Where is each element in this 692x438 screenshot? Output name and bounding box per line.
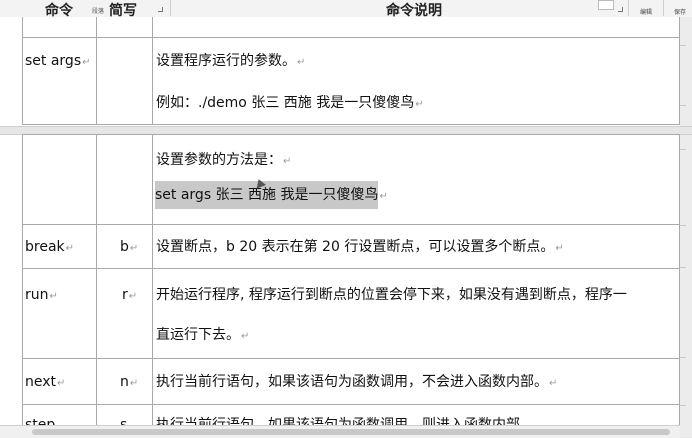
paragraph-mark-icon: ↵	[128, 291, 138, 302]
scrollbar-thumb[interactable]	[32, 429, 670, 435]
table-row: next↵	[25, 373, 65, 393]
ribbon-separator	[628, 0, 629, 16]
paragraph-mark-icon: ↵	[283, 156, 292, 167]
paragraph-mark-icon: ↵	[549, 378, 558, 389]
command-cell: run	[25, 287, 49, 303]
text-selection[interactable]: set args 张三 西施 我是一只傻傻鸟	[155, 181, 379, 209]
table-border	[152, 17, 153, 125]
table-row: set args↵	[25, 52, 91, 72]
ribbon-bar: 段落 样式 编辑 保存	[0, 0, 692, 18]
right-margin	[680, 17, 692, 437]
table-border	[152, 134, 153, 425]
paragraph-dialog-launcher-icon[interactable]	[158, 7, 163, 12]
description-line: 开始运行程序, 程序运行到断点的位置会停下来，如果没有遇到断点，程序一	[156, 287, 627, 303]
horizontal-scrollbar[interactable]	[0, 425, 680, 438]
table-border	[96, 17, 97, 125]
command-cell: break	[25, 239, 65, 255]
table-border	[96, 134, 97, 425]
table-row: run↵	[25, 286, 58, 306]
short-cell: b↵	[120, 239, 139, 255]
ribbon-paragraph-label: 段落	[92, 8, 105, 15]
description-line: 设置程序运行的参数。↵	[156, 53, 306, 69]
table-border	[22, 17, 23, 125]
table-border	[22, 134, 680, 135]
table-border	[22, 404, 680, 405]
edit-group-label[interactable]: 编辑	[640, 7, 652, 16]
header-command: 命令	[45, 3, 73, 19]
paragraph-mark-icon: ↵	[65, 243, 75, 254]
header-short: 简写	[109, 3, 137, 19]
description-line: 直运行下去。↵	[156, 327, 250, 343]
paragraph-mark-icon: ↵	[129, 243, 139, 254]
table-border	[22, 224, 680, 225]
command-cell: set args	[25, 53, 82, 69]
table-border	[22, 124, 680, 125]
table-border	[679, 17, 680, 125]
ribbon-separator	[663, 0, 664, 16]
table-border	[22, 37, 680, 38]
ribbon-separator	[170, 0, 171, 16]
description-line: 设置参数的方法是：↵	[156, 152, 292, 168]
paragraph-mark-icon: ↵	[129, 378, 139, 389]
styles-dialog-launcher-icon[interactable]	[618, 7, 623, 12]
command-cell: next	[25, 374, 57, 390]
paragraph-mark-icon: ↵	[82, 57, 91, 68]
styles-gallery-more-icon[interactable]	[598, 0, 614, 10]
paragraph-mark-icon: ↵	[555, 243, 564, 254]
description-line: 执行当前行语句，如果该语句为函数调用，不会进入函数内部。↵	[156, 374, 558, 390]
table-border	[22, 358, 680, 359]
paragraph-mark-icon: ↵	[379, 191, 388, 202]
paragraph-mark-icon: ↵	[49, 291, 58, 302]
selected-text[interactable]: set args 张三 西施 我是一只傻傻鸟↵	[155, 181, 388, 209]
table-row: break↵	[25, 238, 74, 258]
description-line: 例如：./demo 张三 西施 我是一只傻傻鸟↵	[156, 95, 424, 111]
paragraph-mark-icon: ↵	[415, 99, 424, 110]
paragraph-mark-icon: ↵	[57, 378, 66, 389]
description-line: 设置断点，b 20 表示在第 20 行设置断点，可以设置多个断点。↵	[156, 239, 564, 255]
paragraph-mark-icon: ↵	[297, 57, 306, 68]
table-border	[22, 268, 680, 269]
short-cell: n↵	[120, 374, 139, 390]
table-border	[679, 134, 680, 425]
short-cell: r↵	[122, 287, 138, 303]
save-group-label[interactable]: 保存	[674, 7, 686, 16]
header-description: 命令说明	[386, 3, 442, 19]
paragraph-mark-icon: ↵	[241, 331, 250, 342]
table-border	[22, 134, 23, 425]
